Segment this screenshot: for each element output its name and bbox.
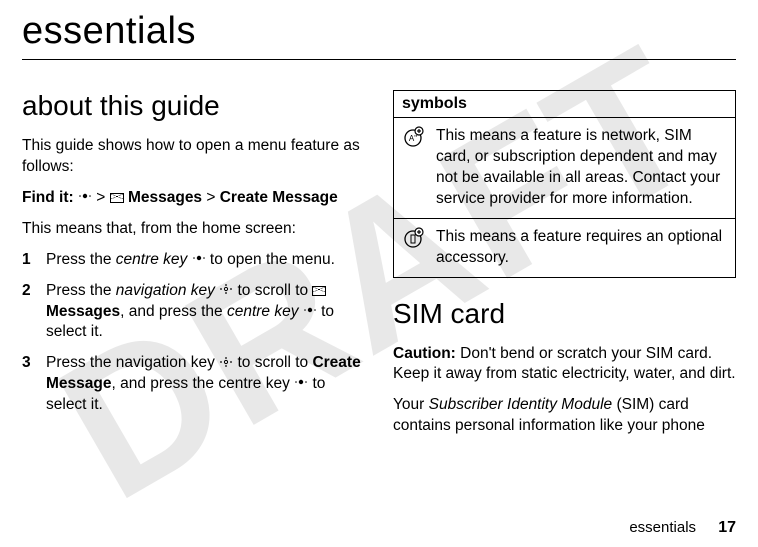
- sim-caution: Caution: Don't bend or scratch your SIM …: [393, 344, 736, 386]
- step-mid2: , and press the centre key: [111, 375, 294, 392]
- step-1: 1 Press the centre key to open the menu.: [22, 250, 365, 271]
- step-number: 1: [22, 250, 36, 271]
- left-column: about this guide This guide shows how to…: [22, 90, 365, 447]
- symbols-row-text: This means a feature requires an optiona…: [428, 218, 736, 277]
- centre-key-icon: [294, 376, 308, 392]
- about-guide-intro: This guide shows how to open a menu feat…: [22, 136, 365, 178]
- right-column: symbols A" This mea: [393, 90, 736, 447]
- table-row: A" This means a feature is network, SIM …: [394, 118, 736, 219]
- step-number: 3: [22, 353, 36, 416]
- step-number: 2: [22, 281, 36, 344]
- findit-messages: Messages: [128, 189, 202, 206]
- centre-key-icon: [192, 252, 206, 268]
- table-row: This means a feature requires an optiona…: [394, 218, 736, 277]
- footer-section: essentials: [629, 519, 696, 536]
- svg-text:A": A": [409, 134, 417, 143]
- sim-italic: Subscriber Identity Module: [429, 396, 613, 413]
- nav-key-term: navigation key: [116, 282, 215, 299]
- step-text: Press the centre key to open the menu.: [46, 250, 335, 271]
- means-line: This means that, from the home screen:: [22, 219, 365, 240]
- step-mid: to scroll to: [238, 282, 313, 299]
- centre-key-icon: [303, 304, 317, 320]
- centre-key-icon: [78, 190, 92, 206]
- about-guide-heading: about this guide: [22, 90, 365, 122]
- symbols-row-text: This means a feature is network, SIM car…: [428, 118, 736, 219]
- navigation-key-icon: [219, 283, 233, 299]
- symbols-header: symbols: [394, 91, 736, 118]
- accessory-required-icon: [394, 218, 429, 277]
- caution-label: Caution:: [393, 345, 456, 362]
- step-2: 2 Press the navigation key to scroll to …: [22, 281, 365, 344]
- step-pre: Press the navigation key: [46, 354, 219, 371]
- step-pre: Press the: [46, 282, 116, 299]
- step-mid2: , and press the: [120, 303, 227, 320]
- page-footer: essentials 17: [629, 519, 736, 537]
- envelope-icon: [110, 193, 124, 203]
- symbols-table: symbols A" This mea: [393, 90, 736, 278]
- findit-sep1: >: [96, 189, 109, 206]
- steps-list: 1 Press the centre key to open the menu.…: [22, 250, 365, 416]
- sim-pre: Your: [393, 396, 429, 413]
- title-rule: [22, 59, 736, 60]
- page-title: essentials: [22, 10, 736, 53]
- navigation-key-icon: [219, 356, 233, 372]
- sim-description: Your Subscriber Identity Module (SIM) ca…: [393, 395, 736, 437]
- sim-card-heading: SIM card: [393, 298, 736, 330]
- centre-key-term: centre key: [116, 251, 188, 268]
- findit-create: Create Message: [220, 189, 338, 206]
- step-pre: Press the: [46, 251, 116, 268]
- step-mid: to scroll to: [233, 354, 312, 371]
- envelope-icon: [312, 286, 326, 296]
- step-text: Press the navigation key to scroll to Cr…: [46, 353, 365, 416]
- network-dependent-icon: A": [394, 118, 429, 219]
- two-column-layout: about this guide This guide shows how to…: [22, 90, 736, 447]
- findit-sep2: >: [206, 189, 219, 206]
- find-it-label: Find it:: [22, 189, 74, 206]
- messages-bold: Messages: [46, 303, 120, 320]
- find-it-line: Find it: > Messages > Create Message: [22, 188, 365, 209]
- page-number: 17: [718, 519, 736, 536]
- step-post: to open the menu.: [210, 251, 335, 268]
- step-3: 3 Press the navigation key to scroll to …: [22, 353, 365, 416]
- centre-key-term: centre key: [227, 303, 299, 320]
- step-text: Press the navigation key to scroll to Me…: [46, 281, 365, 344]
